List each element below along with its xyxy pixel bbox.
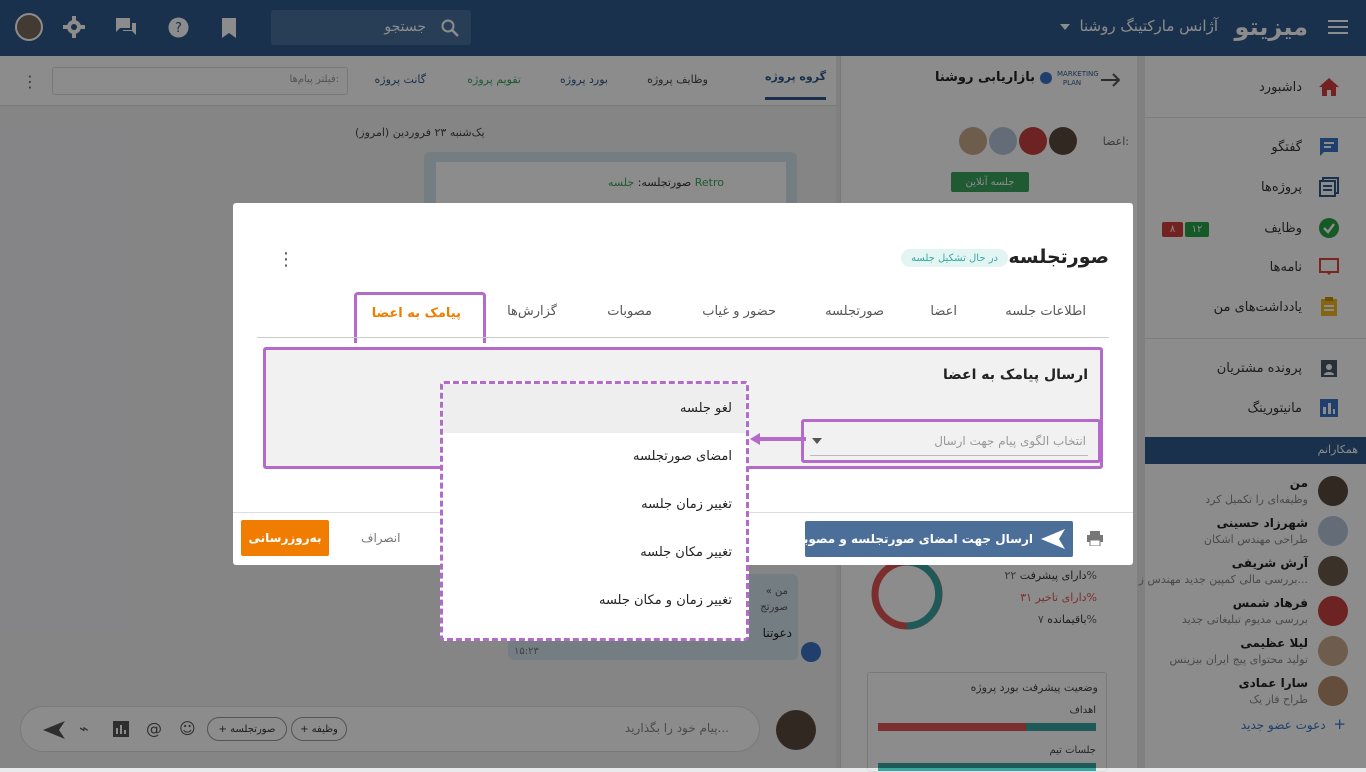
chevron-down-icon [812,438,822,444]
annotation-arrow [750,433,806,445]
tab-label: پیامک به اعضا [371,306,461,321]
cancel-button[interactable]: انصراف [361,531,400,545]
tab-members[interactable]: اعضا [930,304,957,319]
sms-section-title: ارسال پیامک به اعضا [942,367,1088,383]
send-button-label: ارسال جهت امضای صورتجلسه و مصوبات [787,532,1033,546]
tab-label: اطلاعات جلسه [1005,304,1086,319]
tab-label: اعضا [930,304,957,319]
tab-reports[interactable]: گزارش‌ها [507,304,557,319]
option-sign-minutes[interactable]: امضای صورتجلسه [633,449,732,464]
update-button-label: به‌روزرسانی [248,531,322,545]
tab-label: مصوبات [607,304,652,319]
template-select[interactable]: انتخاب الگوی پیام جهت ارسال [810,426,1088,456]
tab-minutes[interactable]: صورتجلسه [825,304,884,319]
option-change-location[interactable]: تغییر مکان جلسه [640,545,732,560]
tab-label: حضور و غیاب [702,304,776,319]
tab-attendance[interactable]: حضور و غیاب [702,304,776,319]
send-plane-icon [1041,529,1065,549]
tab-sms-members[interactable]: پیامک به اعضا [354,292,486,343]
more-vertical-icon[interactable]: ⋮ [277,249,295,270]
template-select-placeholder: انتخاب الگوی پیام جهت ارسال [934,434,1086,448]
tab-meeting-info[interactable]: اطلاعات جلسه [1005,304,1086,319]
status-badge: در حال تشکیل جلسه [901,249,1008,267]
tab-resolutions[interactable]: مصوبات [607,304,652,319]
tab-label: صورتجلسه [825,304,884,319]
print-icon[interactable] [1087,531,1103,546]
tab-label: گزارش‌ها [507,304,557,319]
status-label: در حال تشکیل جلسه [911,252,998,264]
option-change-time-location[interactable]: تغییر زمان و مکان جلسه [599,593,732,608]
update-button[interactable]: به‌روزرسانی [241,520,329,556]
option-cancel-meeting[interactable]: لغو جلسه [680,401,732,416]
tabs-divider [257,337,1109,338]
send-for-signature-button[interactable]: ارسال جهت امضای صورتجلسه و مصوبات [787,521,1073,557]
option-change-time[interactable]: تغییر زمان جلسه [641,497,732,512]
modal-title: صورتجلسه [1008,246,1109,268]
template-options-dropdown: لغو جلسه امضای صورتجلسه تغییر زمان جلسه … [440,381,749,641]
